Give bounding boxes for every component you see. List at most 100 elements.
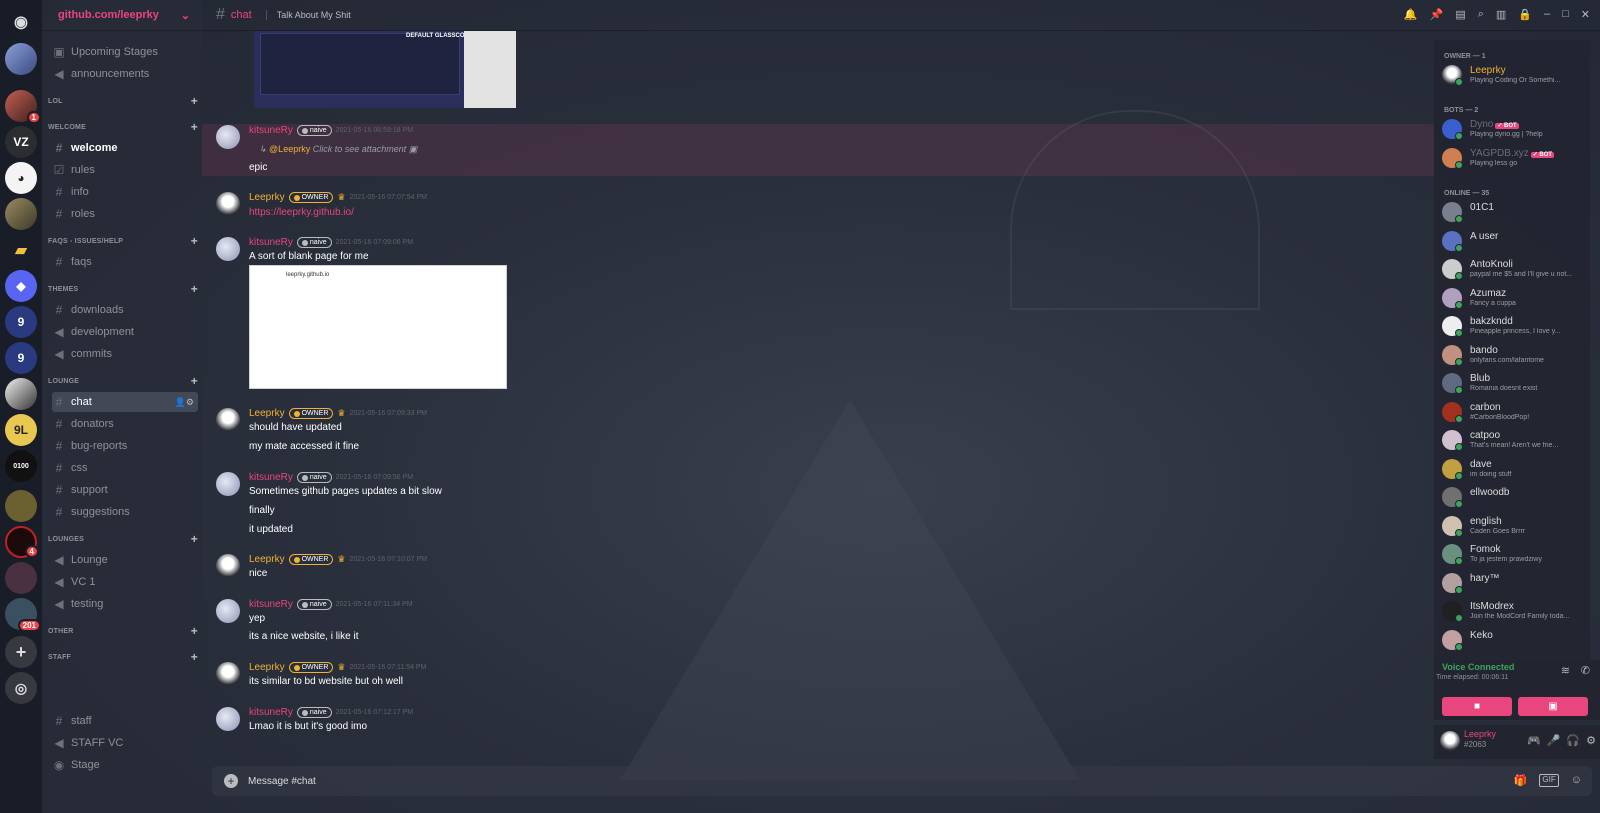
maximize-icon[interactable]: □ bbox=[1562, 8, 1569, 21]
add-attachment-icon[interactable]: + bbox=[224, 774, 238, 788]
avatar[interactable] bbox=[216, 707, 240, 731]
gif-button[interactable]: GIF bbox=[1539, 774, 1559, 787]
add-channel-icon[interactable]: + bbox=[191, 624, 198, 638]
minimize-icon[interactable]: – bbox=[1544, 8, 1550, 21]
gift-icon[interactable]: 🎁 bbox=[1514, 774, 1528, 787]
channel-commits[interactable]: ◀ commits bbox=[52, 344, 198, 364]
avatar[interactable] bbox=[216, 662, 240, 686]
channel-development[interactable]: ◀ development bbox=[52, 322, 198, 342]
server-icon[interactable]: 9 bbox=[5, 306, 37, 338]
image-attachment[interactable]: DEFAULT GLASSCORD bbox=[254, 31, 516, 108]
server-icon[interactable]: 9 bbox=[5, 342, 37, 374]
message-composer[interactable]: + Message #chat 🎁 GIF ☺ bbox=[212, 766, 1592, 796]
message-input[interactable]: Message #chat bbox=[248, 776, 316, 787]
author-name[interactable]: Leeprky bbox=[249, 662, 285, 673]
headphones-icon[interactable]: 🎧 bbox=[1566, 734, 1580, 747]
server-folder-icon[interactable] bbox=[5, 562, 37, 594]
explore-servers-icon[interactable]: ◎ bbox=[5, 672, 37, 704]
emoji-icon[interactable]: ☺ bbox=[1571, 774, 1582, 787]
member-item[interactable]: Fomok To ja jestem prawdziwy bbox=[1442, 542, 1588, 568]
server-icon[interactable]: ◆ bbox=[5, 270, 37, 302]
add-channel-icon[interactable]: + bbox=[191, 234, 198, 248]
voice-channel-testing[interactable]: ◀ testing bbox=[52, 594, 198, 614]
bell-icon[interactable]: 🔔 bbox=[1404, 8, 1418, 21]
channel-announcements[interactable]: ◀ announcements bbox=[52, 64, 198, 84]
author-name[interactable]: kitsuneRy bbox=[249, 599, 293, 610]
avatar[interactable] bbox=[216, 237, 240, 261]
server-folder-icon[interactable]: 201 bbox=[5, 598, 41, 632]
add-channel-icon[interactable]: + bbox=[191, 374, 198, 388]
search-icon[interactable]: ⌕ bbox=[1478, 8, 1484, 21]
category-welcome[interactable]: WELCOME + bbox=[48, 120, 198, 134]
channel-topic[interactable]: Talk About My Shit bbox=[265, 10, 351, 20]
add-channel-icon[interactable]: + bbox=[191, 532, 198, 546]
member-item[interactable]: catpoo That's mean! Aren't we frie... bbox=[1442, 428, 1588, 454]
channel-donators[interactable]: # donators bbox=[52, 414, 198, 434]
invite-settings-icon[interactable]: 👤⚙ bbox=[175, 397, 194, 408]
message-link[interactable]: https://leeprky.github.io/ bbox=[249, 207, 354, 218]
add-channel-icon[interactable]: + bbox=[191, 650, 198, 664]
author-name[interactable]: kitsuneRy bbox=[249, 125, 293, 136]
category-lounges[interactable]: LOUNGES + bbox=[48, 532, 198, 546]
channel-faqs[interactable]: # faqs bbox=[52, 252, 198, 272]
channel-roles[interactable]: # roles bbox=[52, 204, 198, 224]
lock-icon[interactable]: 🔒 bbox=[1518, 8, 1532, 21]
member-item[interactable]: english Caden Goes Brrrr bbox=[1442, 514, 1588, 540]
category-lounge[interactable]: LOUNGE + bbox=[48, 374, 198, 388]
channel-support[interactable]: # support bbox=[52, 480, 198, 500]
folder-icon[interactable]: ▰ bbox=[5, 234, 37, 266]
discord-home-icon[interactable]: ◉ bbox=[5, 6, 37, 38]
server-icon[interactable]: VZ bbox=[5, 126, 37, 158]
channel-welcome[interactable]: # welcome bbox=[52, 138, 198, 158]
server-icon[interactable]: ◕ bbox=[5, 162, 37, 194]
voice-connected-status[interactable]: Voice Connected bbox=[1442, 662, 1514, 672]
member-item[interactable]: hary™ bbox=[1442, 571, 1588, 597]
server-icon[interactable] bbox=[5, 198, 37, 230]
member-item[interactable]: 01C1 bbox=[1442, 200, 1588, 226]
voice-channel-lounge[interactable]: ◀ Lounge bbox=[52, 550, 198, 570]
channel-info[interactable]: # info bbox=[52, 182, 198, 202]
pin-icon[interactable]: 📌 bbox=[1430, 8, 1444, 21]
member-item[interactable]: Leeprky Playing Coding Or Somethi... bbox=[1442, 63, 1588, 89]
channel-downloads[interactable]: # downloads bbox=[52, 300, 198, 320]
microphone-icon[interactable]: 🎤 bbox=[1547, 734, 1561, 747]
channel-chat[interactable]: # chat 👤⚙ bbox=[52, 392, 198, 412]
member-item[interactable]: ellwoodb bbox=[1442, 485, 1588, 511]
gear-icon[interactable]: ⚙ bbox=[1586, 734, 1596, 747]
server-icon[interactable]: 1 bbox=[5, 90, 41, 124]
server-icon[interactable] bbox=[5, 43, 37, 75]
avatar[interactable] bbox=[216, 599, 240, 623]
image-attachment[interactable]: leeprky.github.io bbox=[249, 265, 507, 389]
author-name[interactable]: Leeprky bbox=[249, 192, 285, 203]
guild-header[interactable]: github.com/leeprky ⌄ bbox=[42, 0, 202, 31]
category-staff[interactable]: STAFF + bbox=[48, 650, 198, 664]
video-button[interactable]: ■ bbox=[1442, 697, 1512, 716]
server-icon[interactable]: 9L bbox=[5, 414, 37, 446]
server-icon[interactable]: 4 bbox=[5, 526, 39, 558]
add-channel-icon[interactable]: + bbox=[191, 94, 198, 108]
gamepad-icon[interactable]: 🎮 bbox=[1527, 734, 1541, 747]
author-name[interactable]: kitsuneRy bbox=[249, 237, 293, 248]
avatar[interactable] bbox=[216, 192, 240, 216]
member-item[interactable]: bakzkndd Pineapple princess, I love y... bbox=[1442, 314, 1588, 340]
channel-upcoming-stages[interactable]: ▣ Upcoming Stages bbox=[52, 42, 198, 62]
category-themes[interactable]: THEMES + bbox=[48, 282, 198, 296]
member-item[interactable]: Blub Romania doesnt exist bbox=[1442, 371, 1588, 397]
channel-suggestions[interactable]: # suggestions bbox=[52, 502, 198, 522]
avatar[interactable] bbox=[216, 554, 240, 578]
member-item[interactable]: Azumaz Fancy a cuppa bbox=[1442, 286, 1588, 312]
reply-reference[interactable]: ↳ @Leeprky Click to see attachment ▣ bbox=[259, 144, 417, 155]
avatar[interactable] bbox=[216, 125, 240, 149]
members-toggle-icon[interactable]: ▤ bbox=[1455, 8, 1465, 21]
member-item[interactable]: bando onlyfans.com/lafantome bbox=[1442, 343, 1588, 369]
channel-css[interactable]: # css bbox=[52, 458, 198, 478]
add-server-icon[interactable]: + bbox=[5, 636, 37, 668]
channel-rules[interactable]: ☑ rules bbox=[52, 160, 198, 180]
channel-bug-reports[interactable]: # bug-reports bbox=[52, 436, 198, 456]
author-name[interactable]: Leeprky bbox=[249, 408, 285, 419]
member-item[interactable]: carbon #CarbonBloodPop! bbox=[1442, 400, 1588, 426]
disconnect-icon[interactable]: ✆ bbox=[1581, 664, 1590, 677]
stage-channel[interactable]: ◉ Stage bbox=[52, 755, 198, 775]
member-item[interactable]: YAGPDB.xyz ✓ BOT Playing less go bbox=[1442, 146, 1588, 172]
avatar[interactable] bbox=[1440, 731, 1460, 751]
